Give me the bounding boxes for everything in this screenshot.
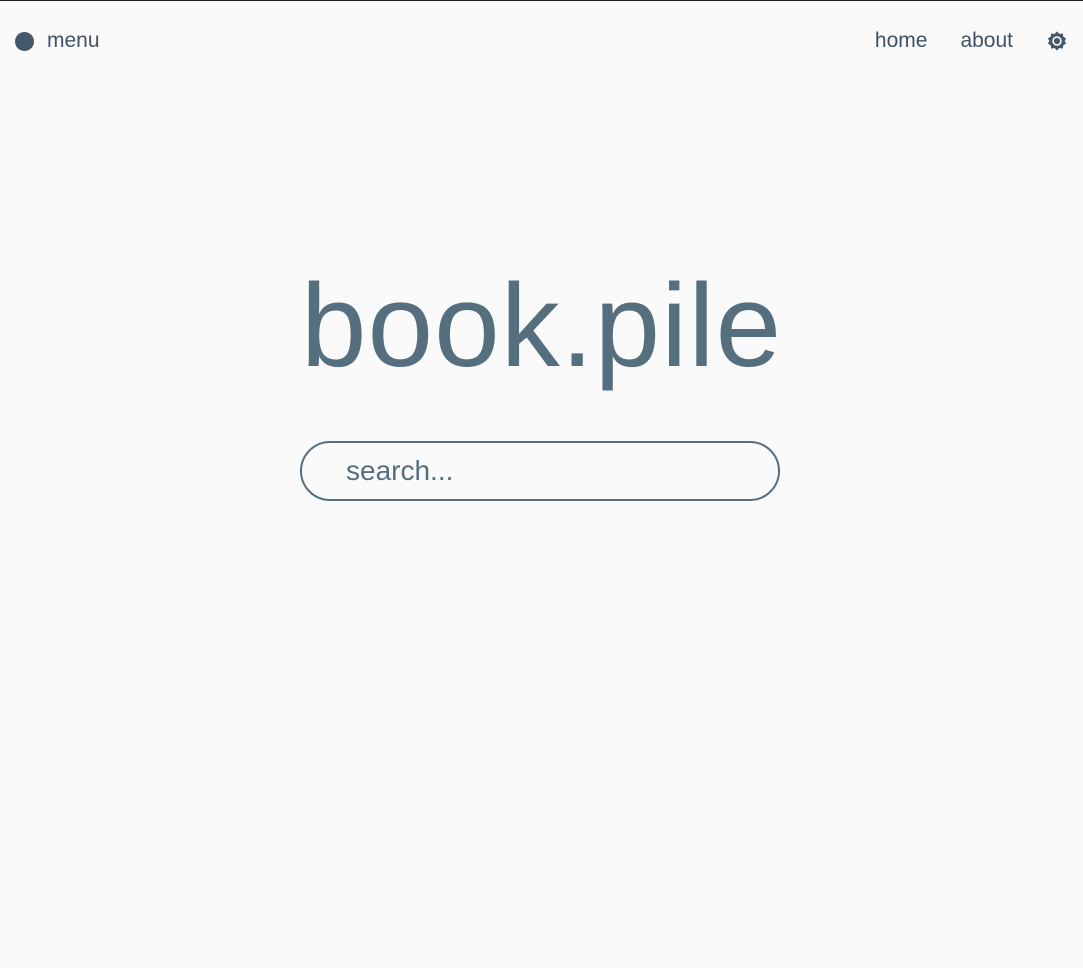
menu-dot-icon [15,31,34,51]
about-link[interactable]: about [960,26,1013,56]
top-nav: menu home about [0,1,1083,81]
menu-button[interactable]: menu [15,26,100,56]
nav-links: home about [875,26,1069,56]
site-logo-title: book.pile [300,260,783,392]
sun-gear-icon [1047,31,1067,51]
search-input[interactable] [300,441,780,501]
theme-toggle-button[interactable] [1045,29,1069,53]
home-link[interactable]: home [875,26,928,56]
menu-label: menu [47,29,100,52]
